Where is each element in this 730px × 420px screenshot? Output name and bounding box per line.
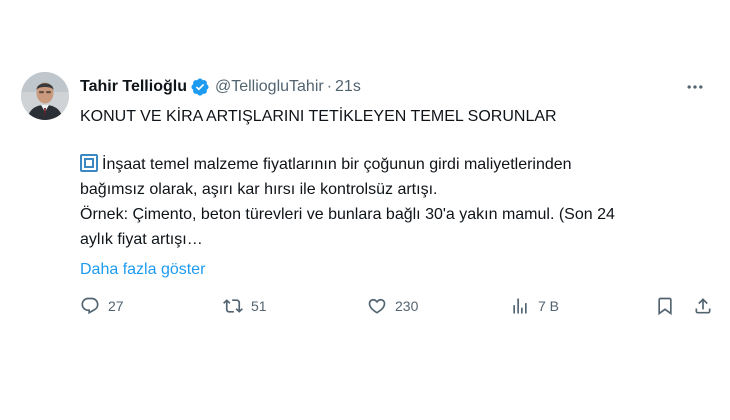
show-more-link[interactable]: Daha fazla göster xyxy=(80,257,710,282)
action-bar: 27 51 230 7 B xyxy=(80,294,713,318)
heart-icon xyxy=(367,296,387,316)
retweet-button[interactable]: 51 xyxy=(223,294,267,318)
views-count: 7 B xyxy=(538,298,560,314)
views-chart-icon xyxy=(510,296,530,316)
share-icon xyxy=(693,296,713,316)
tweet-line-text: İnşaat temel malzeme fiyatlarının bir ço… xyxy=(102,156,572,173)
checkbox-square-emoji xyxy=(80,154,98,172)
tweet-text: KONUT VE KİRA ARTIŞLARINI TETİKLEYEN TEM… xyxy=(80,104,710,282)
tweet-headline: KONUT VE KİRA ARTIŞLARINI TETİKLEYEN TEM… xyxy=(80,108,557,125)
verified-badge-icon[interactable] xyxy=(190,77,210,97)
tweet-header: Tahir Tellioğlu @TelliogluTahir · 21s xyxy=(80,76,361,98)
author-handle[interactable]: @TelliogluTahir xyxy=(215,78,324,96)
more-options-icon[interactable] xyxy=(684,78,706,96)
reply-icon xyxy=(80,296,100,316)
tweet-line: bağımsız olarak, aşırı kar hırsı ile kon… xyxy=(80,181,438,198)
retweet-icon xyxy=(223,296,243,316)
bookmark-icon xyxy=(655,296,675,316)
avatar[interactable] xyxy=(21,72,69,120)
reply-button[interactable]: 27 xyxy=(80,294,124,318)
tweet-line: İnşaat temel malzeme fiyatlarının bir ço… xyxy=(80,152,710,177)
separator-dot: · xyxy=(326,78,333,95)
tweet-line: Örnek: Çimento, beton türevleri ve bunla… xyxy=(80,206,615,223)
reply-count: 27 xyxy=(108,298,124,314)
like-count: 230 xyxy=(395,298,419,314)
tweet-card[interactable]: Tahir Tellioğlu @TelliogluTahir · 21s KO… xyxy=(0,0,730,420)
author-display-name[interactable]: Tahir Tellioğlu xyxy=(80,78,187,96)
share-button[interactable] xyxy=(693,294,713,318)
tweet-timestamp[interactable]: 21s xyxy=(335,78,361,96)
avatar-photo xyxy=(21,72,69,120)
like-button[interactable]: 230 xyxy=(367,294,418,318)
views-button[interactable]: 7 B xyxy=(510,294,559,318)
bookmark-button[interactable] xyxy=(655,294,675,318)
retweet-count: 51 xyxy=(251,298,267,314)
tweet-line: aylık fiyat artışı… xyxy=(80,231,203,248)
